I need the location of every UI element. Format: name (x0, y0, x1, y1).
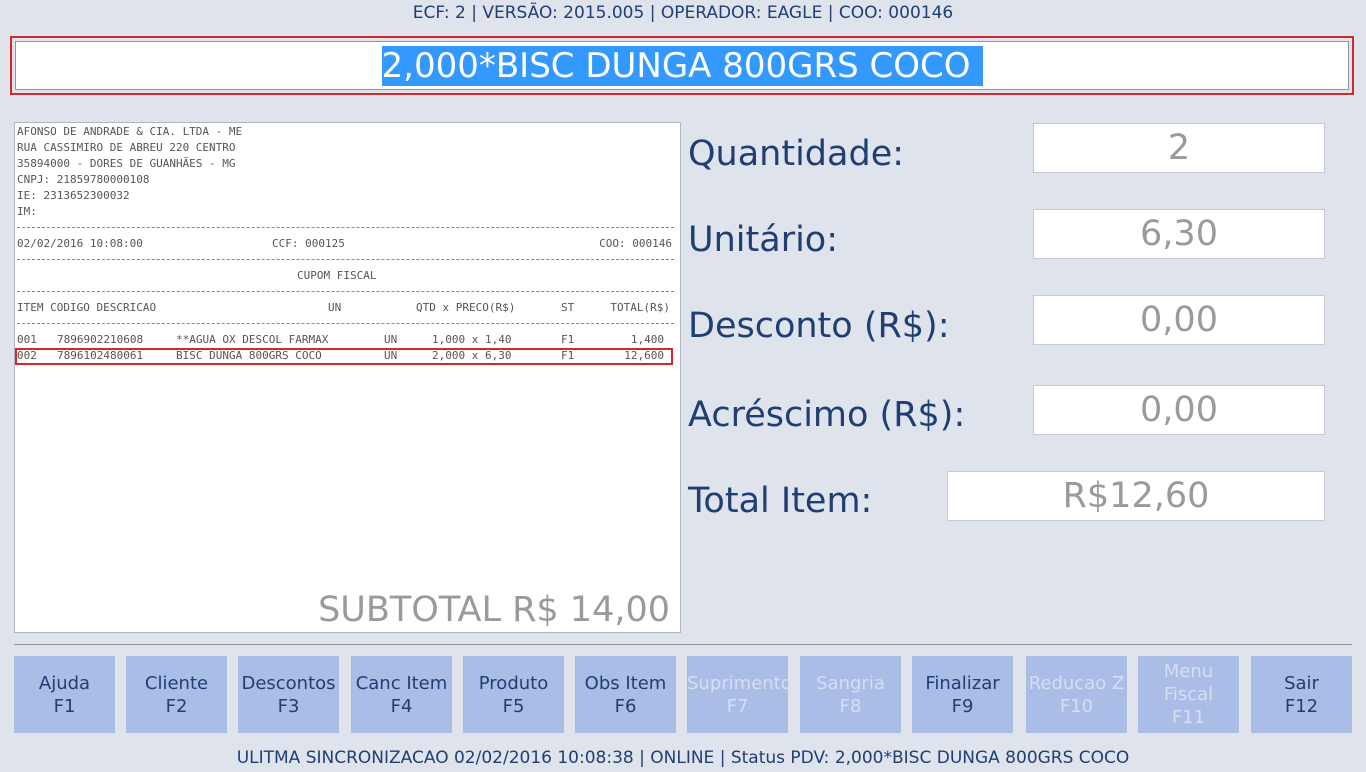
receipt-item-number: 001 (17, 333, 37, 346)
quantidade-field: 2 (1033, 123, 1325, 173)
desconto-label: Desconto (R$): (688, 306, 950, 346)
receipt-divider (17, 323, 674, 324)
receipt-item-qty-price: 1,000 x 1,40 (432, 333, 512, 346)
item-notes-button[interactable]: Obs Item F6 (575, 656, 676, 733)
unitario-field: 6,30 (1033, 209, 1325, 259)
receipt-item-st: F1 (561, 333, 575, 346)
receipt-item-description: **AGUA OX DESCOL FARMAX (176, 333, 329, 346)
exit-button[interactable]: Sair F12 (1251, 656, 1352, 733)
receipt-col-qtd-preco: QTD x PRECO(R$) (416, 301, 516, 314)
button-shortcut: F12 (1284, 695, 1319, 717)
receipt-item-unit: UN (384, 333, 398, 346)
receipt-im: IM: (17, 205, 37, 218)
receipt-ie: IE: 2313652300032 (17, 189, 130, 202)
subtotal: SUBTOTAL R$ 14,00 (318, 590, 670, 630)
button-shortcut: F4 (390, 695, 413, 717)
receipt-divider (17, 291, 674, 292)
receipt-title: CUPOM FISCAL (297, 269, 377, 282)
receipt-coo: COO: 000146 (599, 237, 672, 250)
button-shortcut: F11 (1171, 707, 1206, 728)
total-item-label: Total Item: (688, 481, 873, 521)
total-item-field: R$12,60 (947, 471, 1325, 521)
selected-item-highlight (15, 348, 673, 365)
receipt-item-total: 1,400 (630, 333, 664, 346)
button-shortcut: F6 (614, 695, 637, 717)
button-shortcut: F3 (277, 695, 300, 717)
receipt-col-st: ST (561, 301, 575, 314)
fiscal-menu-button[interactable]: Menu Fiscal F11 (1138, 656, 1239, 733)
unitario-label: Unitário: (688, 220, 839, 260)
button-label: Suprimento (687, 672, 792, 694)
command-input[interactable]: 2,000*BISC DUNGA 800GRS COCO (15, 41, 1349, 90)
button-label: Produto (478, 672, 549, 694)
receipt-divider (17, 227, 674, 228)
receipt-panel: AFONSO DE ANDRADE & CIA. LTDA - ME RUA C… (14, 122, 681, 633)
button-label: Menu Fiscal (1163, 661, 1214, 705)
help-button[interactable]: Ajuda F1 (14, 656, 115, 733)
acrescimo-field: 0,00 (1033, 385, 1325, 435)
button-label: Ajuda (38, 672, 91, 694)
button-shortcut: F9 (951, 695, 974, 717)
receipt-city: 35894000 - DORES DE GUANHÃES - MG (17, 157, 236, 170)
command-input-frame: 2,000*BISC DUNGA 800GRS COCO (10, 36, 1354, 95)
withdrawal-button[interactable]: Sangria F8 (800, 656, 901, 733)
receipt-cnpj: CNPJ: 21859780000108 (17, 173, 150, 186)
quantidade-label: Quantidade: (688, 134, 905, 174)
desconto-field: 0,00 (1033, 295, 1325, 345)
discounts-button[interactable]: Descontos F3 (238, 656, 339, 733)
button-label: Finalizar (925, 672, 1000, 694)
receipt-ccf: CCF: 000125 (272, 237, 345, 250)
receipt-datetime: 02/02/2016 10:08:00 (17, 237, 143, 250)
button-label: Sangria (816, 672, 885, 694)
product-button[interactable]: Produto F5 (463, 656, 564, 733)
button-shortcut: F5 (502, 695, 525, 717)
receipt-address: RUA CASSIMIRO DE ABREU 220 CENTRO (17, 141, 236, 154)
receipt-col-item-codigo-descricao: ITEM CODIGO DESCRICAO (17, 301, 157, 314)
finalize-button[interactable]: Finalizar F9 (912, 656, 1013, 733)
button-label: Canc Item (355, 672, 448, 694)
receipt-col-total: TOTAL(R$) (610, 301, 670, 314)
receipt-divider (17, 259, 674, 260)
receipt-company: AFONSO DE ANDRADE & CIA. LTDA - ME (17, 125, 243, 138)
divider (14, 644, 1352, 645)
receipt-col-un: UN (328, 301, 342, 314)
status-bar: ULITMA SINCRONIZACAO 02/02/2016 10:08:38… (236, 748, 1130, 768)
button-label: Sair (1284, 672, 1319, 694)
acrescimo-label: Acréscimo (R$): (688, 395, 966, 435)
client-button[interactable]: Cliente F2 (126, 656, 227, 733)
z-reduction-button[interactable]: Reducao Z F10 (1026, 656, 1127, 733)
button-label: Descontos (241, 672, 336, 694)
button-label: Reducao Z (1028, 672, 1125, 694)
cancel-item-button[interactable]: Canc Item F4 (351, 656, 452, 733)
button-shortcut: F10 (1059, 695, 1094, 717)
command-input-selected-text: 2,000*BISC DUNGA 800GRS COCO (381, 46, 983, 86)
button-label: Obs Item (584, 672, 667, 694)
supply-button[interactable]: Suprimento F7 (687, 656, 792, 733)
button-shortcut: F8 (839, 695, 862, 717)
ecf-info-header: ECF: 2 | VERSÃO: 2015.005 | OPERADOR: EA… (412, 3, 954, 23)
button-shortcut: F2 (165, 695, 188, 717)
button-label: Cliente (144, 672, 209, 694)
receipt-item-code: 7896902210608 (57, 333, 144, 346)
button-shortcut: F7 (726, 695, 749, 717)
button-shortcut: F1 (53, 695, 76, 717)
